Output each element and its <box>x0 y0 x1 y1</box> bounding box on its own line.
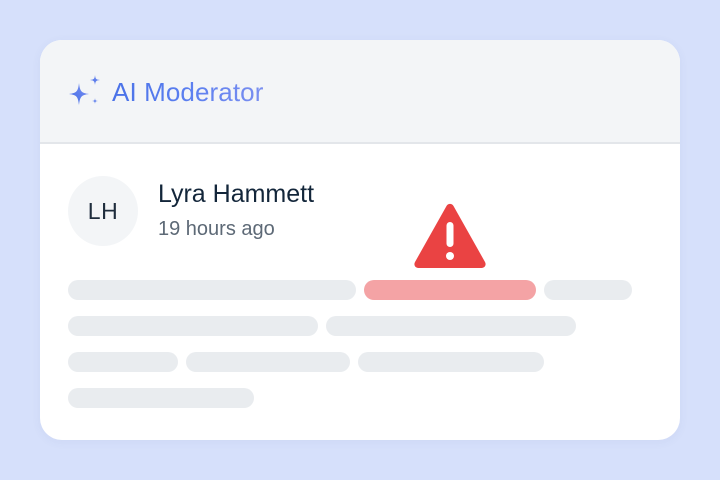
card-header: AI Moderator <box>40 40 680 144</box>
content-line <box>326 316 576 336</box>
avatar: LH <box>68 176 138 246</box>
moderation-card: AI Moderator LH Lyra Hammett 19 hours ag… <box>40 40 680 440</box>
content-line <box>358 352 544 372</box>
author-name: Lyra Hammett <box>158 180 315 208</box>
flagged-content-line <box>364 280 536 300</box>
avatar-initials: LH <box>87 197 119 224</box>
content-line <box>68 388 254 408</box>
warning-icon <box>414 203 486 268</box>
content-line <box>68 352 178 372</box>
page-background: AI Moderator LH Lyra Hammett 19 hours ag… <box>0 0 720 480</box>
content-line <box>186 352 350 372</box>
post-timestamp: 19 hours ago <box>158 218 275 240</box>
content-line <box>544 280 632 300</box>
content-line <box>68 316 318 336</box>
app-title: AI Moderator <box>112 77 264 107</box>
content-line <box>68 280 356 300</box>
sparkles-icon <box>69 75 100 105</box>
